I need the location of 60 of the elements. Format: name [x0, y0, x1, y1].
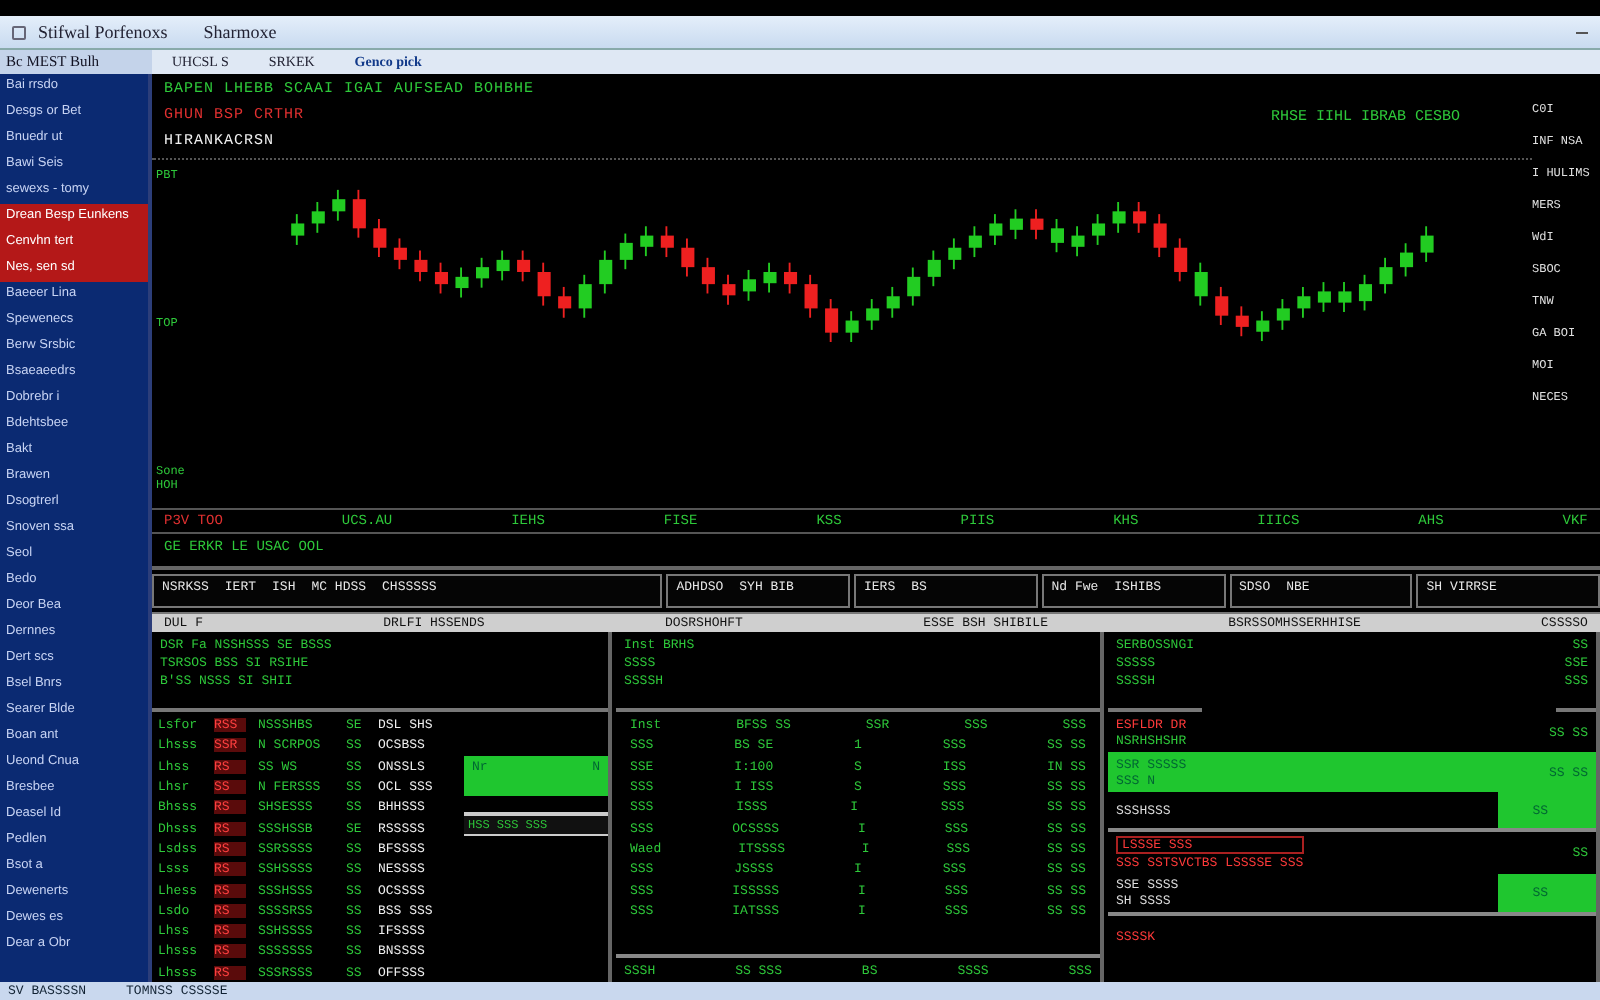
minimize-icon: [1576, 31, 1588, 33]
candlestick: [1112, 201, 1126, 234]
candlestick: [434, 261, 448, 295]
candlestick: [681, 237, 695, 278]
candlestick: [763, 261, 777, 294]
candlestick: [332, 188, 346, 222]
candlestick: [1194, 261, 1208, 307]
candlestick: [968, 225, 982, 258]
candlestick: [599, 249, 613, 295]
candlestick: [1235, 305, 1249, 338]
candlestick: [701, 256, 715, 295]
candlestick: [927, 249, 941, 288]
candlestick: [1071, 225, 1085, 258]
candlestick: [845, 310, 859, 343]
candlestick: [886, 286, 900, 319]
candlestick: [619, 232, 633, 271]
candlestick: [1420, 225, 1434, 263]
candlestick: [1317, 281, 1331, 313]
candlestick: [742, 269, 756, 302]
app-icon: [12, 25, 26, 39]
candlestick: [1358, 273, 1372, 312]
candlestick: [1400, 242, 1414, 278]
window-subtitle: Sharmoxe: [203, 22, 277, 42]
candlestick: [907, 266, 921, 307]
candlestick: [722, 273, 736, 306]
candlestick: [373, 218, 387, 258]
candlestick: [804, 273, 818, 319]
candlestick: [558, 286, 572, 319]
candlestick: [1276, 298, 1290, 331]
candlestick: [784, 261, 798, 295]
candlestick: [537, 261, 551, 307]
candlestick: [825, 298, 839, 343]
candlestick: [1153, 213, 1167, 258]
candlestick: [660, 225, 674, 258]
candlestick: [1379, 256, 1393, 295]
candlestick: [393, 237, 407, 271]
window-title: Stifwal Porfenoxs: [38, 22, 168, 42]
candlestick: [1030, 208, 1044, 241]
candlestick: [989, 213, 1003, 246]
candlestick: [496, 249, 510, 282]
candlestick: [578, 273, 592, 319]
candlestick: [1215, 286, 1229, 326]
candlestick: [352, 188, 366, 239]
candlestick: [1256, 310, 1270, 342]
candlestick: [1297, 286, 1311, 319]
candlestick: [948, 237, 962, 271]
candlestick: [1092, 213, 1106, 246]
candlestick: [1338, 281, 1352, 313]
candlestick: [291, 213, 305, 246]
candlestick: [476, 256, 490, 289]
candlestick: [1174, 237, 1188, 283]
candlestick: [866, 298, 880, 331]
candlestick: [414, 249, 428, 283]
candlestick: [455, 266, 469, 299]
candlestick: [640, 225, 654, 258]
candlestick: [1133, 201, 1147, 234]
candlestick: [1050, 218, 1064, 254]
candlestick: [1009, 208, 1023, 241]
candlestick: [311, 201, 325, 234]
candlestick: [517, 249, 531, 283]
